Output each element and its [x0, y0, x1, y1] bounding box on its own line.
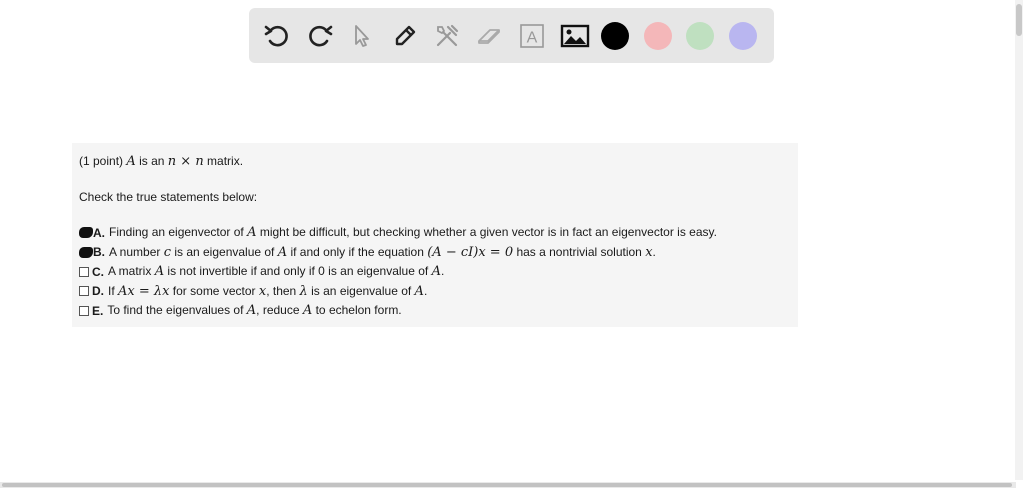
horizontal-scrollbar[interactable] [0, 482, 1016, 488]
text: Finding an eigenvector of [109, 225, 248, 240]
tools-icon [436, 24, 459, 46]
text: A number [109, 244, 164, 259]
text: . [423, 283, 428, 298]
color-swatch-pink[interactable] [643, 21, 672, 50]
problem-intro: (1 point) A is an n × n matrix. [79, 152, 798, 171]
math-var: n [167, 154, 177, 169]
drawing-toolbar: A [249, 8, 774, 63]
problem-panel: (1 point) A is an n × n matrix. Check th… [72, 143, 798, 327]
option-d: D. If Ax = λx for some vector x, then λ … [79, 282, 798, 302]
text: is not invertible if and only if 0 is an… [164, 264, 432, 279]
text: To find the eigenvalues of [107, 303, 247, 318]
math-symbol: × [176, 154, 196, 169]
option-letter: A. [93, 225, 105, 240]
option-letter: C. [92, 264, 104, 279]
text: is an eigenvalue of [170, 244, 278, 259]
math-var: x [645, 244, 653, 260]
text: A matrix [108, 264, 155, 279]
instruction-text: Check the true statements below: [79, 190, 258, 204]
page: A (1 point) A is an n × n matrix. Check … [0, 0, 1024, 488]
option-a-checkbox[interactable] [79, 227, 93, 239]
math-var: A [154, 264, 165, 280]
option-text: A matrix A is not invertible if and only… [108, 264, 444, 279]
vertical-scroll-thumb[interactable] [1016, 4, 1022, 36]
option-e-checkbox[interactable] [79, 305, 89, 316]
text-icon: A [520, 23, 544, 48]
color-swatch-black[interactable] [601, 21, 629, 50]
text-tool-button[interactable]: A [516, 20, 548, 52]
math-var: A [414, 283, 424, 299]
math-var: A [302, 303, 313, 319]
text: If [108, 283, 119, 298]
option-e: E. To find the eigenvalues of A, reduce … [79, 301, 798, 321]
text: has a nontrivial solution [513, 244, 646, 259]
math-equation: (A − cI)x = 0 [427, 244, 514, 260]
color-swatch-purple[interactable] [728, 21, 757, 50]
option-letter: E. [92, 303, 104, 318]
image-tool-button[interactable] [559, 20, 591, 52]
undo-icon [264, 25, 288, 46]
option-b: B. A number c is an eigenvalue of A if a… [79, 243, 798, 263]
math-var: c [163, 244, 171, 260]
pen-icon [395, 25, 415, 45]
color-swatch-green[interactable] [686, 21, 714, 50]
select-tool-button[interactable] [346, 20, 378, 52]
option-c-checkbox[interactable] [79, 266, 89, 277]
option-letter: B. [93, 245, 105, 260]
undo-button[interactable] [261, 20, 293, 52]
text: for some vector [169, 283, 259, 298]
option-text: Finding an eigenvector of A might be dif… [109, 225, 717, 240]
pointer-icon [355, 24, 369, 47]
pen-tool-button[interactable] [389, 20, 421, 52]
point-label: (1 point) [79, 154, 127, 168]
text: to echelon form. [312, 303, 402, 318]
eraser-tool-button[interactable] [474, 20, 506, 52]
vertical-scrollbar[interactable] [1015, 0, 1023, 480]
horizontal-scroll-thumb[interactable] [2, 483, 1012, 487]
option-b-checkbox[interactable] [79, 246, 93, 258]
text: , reduce [256, 303, 303, 318]
eraser-icon [477, 28, 500, 44]
option-d-checkbox[interactable] [79, 286, 89, 297]
math-var: n [195, 154, 204, 169]
option-text: A number c is an eigenvalue of A if and … [109, 245, 656, 260]
text: . [440, 264, 445, 279]
option-c: C. A matrix A is not invertible if and o… [79, 262, 798, 282]
text: , then [266, 283, 300, 298]
math-var: A [246, 303, 257, 319]
text: if and only if the equation [287, 244, 428, 259]
text: . [652, 244, 656, 259]
tools-button[interactable] [431, 20, 463, 52]
math-equation: Ax = λx [118, 283, 170, 299]
math-var: λ [299, 283, 308, 299]
intro-text: matrix. [203, 154, 244, 168]
text: might be difficult, but checking whether… [256, 225, 717, 240]
text: is an eigenvalue of [307, 283, 415, 298]
math-var: A [277, 244, 288, 260]
redo-icon [308, 25, 332, 46]
option-a: A. Finding an eigenvector of A might be … [79, 223, 798, 243]
option-text: To find the eigenvalues of A, reduce A t… [107, 303, 401, 318]
intro-text: is an [135, 154, 168, 168]
image-icon [560, 24, 589, 47]
redo-button[interactable] [304, 20, 336, 52]
math-var: A [431, 264, 441, 280]
option-text: If Ax = λx for some vector x, then λ is … [108, 284, 427, 299]
svg-text:A: A [527, 29, 538, 46]
math-var: A [126, 154, 136, 169]
option-letter: D. [92, 284, 104, 299]
